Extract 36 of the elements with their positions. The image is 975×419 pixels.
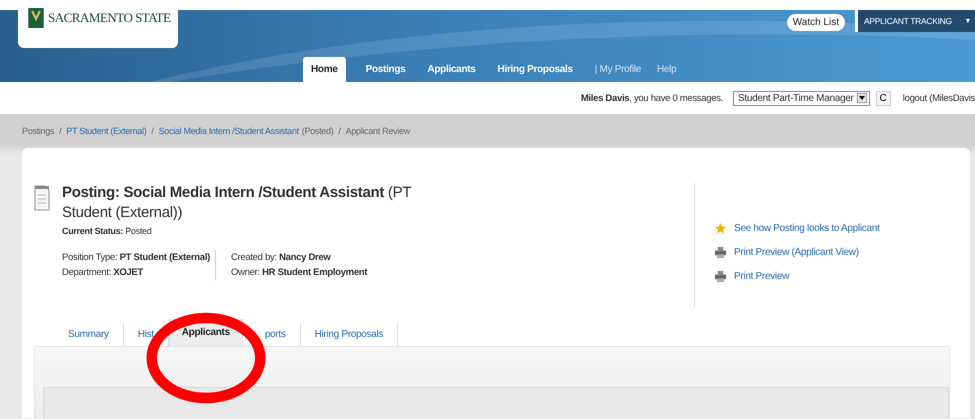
breadcrumb-separator: / (59, 126, 62, 136)
nav-tab[interactable]: Applicants (419, 57, 484, 82)
detail-text: Owner: HR Student Employment (230, 266, 368, 280)
action-link[interactable]: See how Posting looks to Applicant (734, 223, 880, 234)
logout-link[interactable]: logout (MilesDavis (902, 92, 975, 104)
breadcrumb-separator: / (338, 126, 341, 136)
star-icon (715, 223, 726, 234)
action-link[interactable]: Print Preview (734, 271, 790, 282)
nav-tab[interactable]: Postings (358, 57, 414, 82)
action-link[interactable]: Print Preview (Applicant View) (734, 247, 859, 258)
breadcrumb-text[interactable]: Postings (22, 126, 54, 136)
detail-text: Department: XOJET (62, 266, 144, 280)
posting-title: Posting: Social Media Intern /Student Assistant (PT Student (External)) (62, 183, 412, 223)
role-select[interactable]: Student Part-Time Manager (733, 90, 870, 106)
document-icon (34, 185, 50, 211)
shield-logo-icon (28, 8, 44, 28)
breadcrumb-text: (Posted) (302, 126, 334, 136)
dropdown-arrow-icon (856, 93, 867, 103)
breadcrumb-text: Applicant Review (346, 126, 410, 136)
printer-icon (715, 271, 726, 282)
breadcrumb-link[interactable]: Social Media Intern /Student Assistant (158, 126, 299, 136)
refresh-button[interactable]: C (876, 90, 891, 106)
detail-text: Position Type: PT Student (External) (62, 251, 210, 265)
nav-tab[interactable]: Home (303, 57, 346, 82)
detail-text: Created by: Nancy Drew (230, 251, 332, 265)
welcome-message: Miles Davis, you have 0 messages. (580, 92, 724, 104)
breadcrumb-link[interactable]: PT Student (External) (66, 126, 146, 136)
module-label: APPLICANT TRACKING (864, 16, 952, 26)
logo-text: SACRAMENTO STATE (48, 10, 171, 26)
printer-icon (715, 247, 726, 258)
current-status: Current Status: Posted (62, 226, 152, 236)
nav-tab[interactable]: Hiring Proposals (490, 57, 581, 82)
breadcrumb-separator: / (151, 126, 154, 136)
watch-list-button[interactable]: Watch List (786, 14, 845, 30)
nav-link[interactable]: | My Profile (586, 57, 649, 82)
nav-link[interactable]: Help (649, 57, 684, 82)
